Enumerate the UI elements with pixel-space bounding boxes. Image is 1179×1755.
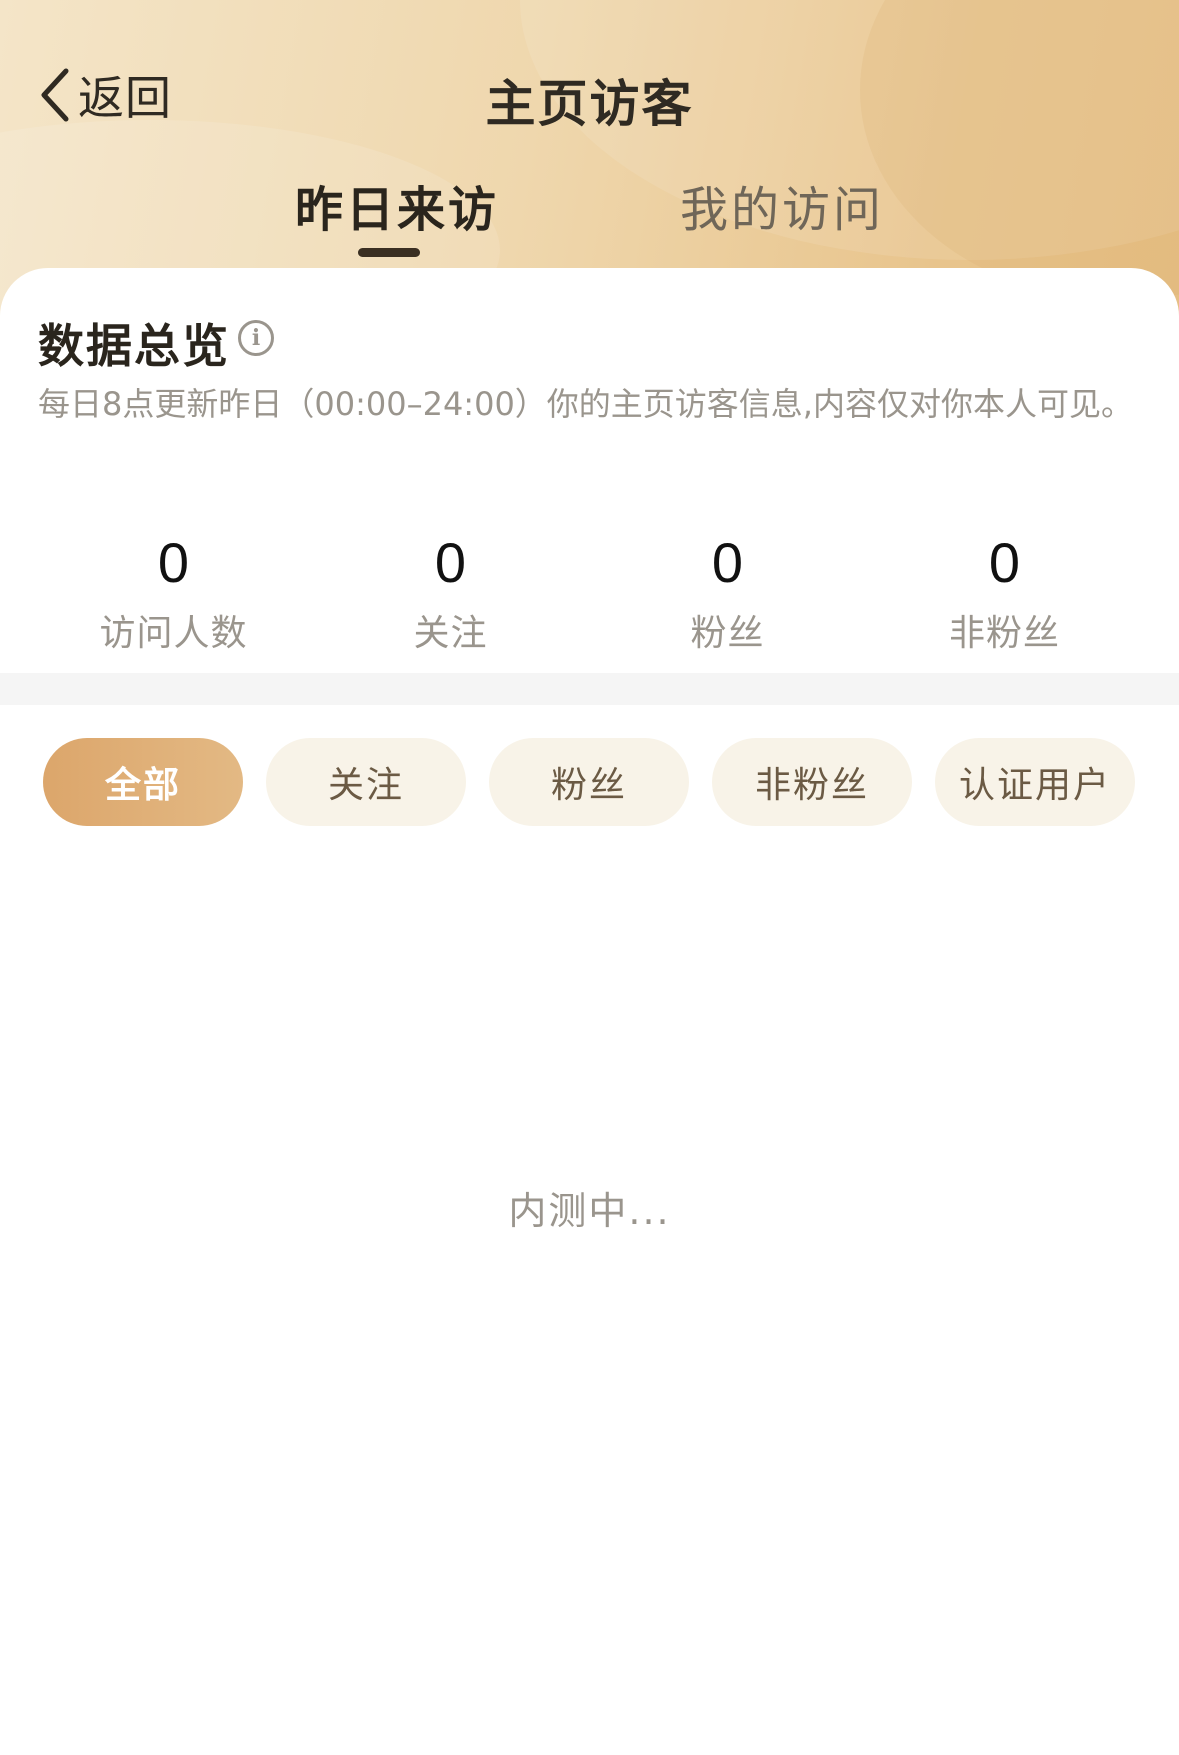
section-divider	[0, 673, 1179, 705]
overview-description: 每日8点更新昨日（00:00–24:00）你的主页访客信息,内容仅对你本人可见。	[38, 385, 1133, 423]
stat-label: 非粉丝	[948, 613, 1060, 654]
stat-label: 粉丝	[690, 613, 765, 654]
filter-following[interactable]: 关注	[266, 738, 466, 826]
filter-verified-users[interactable]: 认证用户	[935, 738, 1135, 826]
filter-fans[interactable]: 粉丝	[489, 738, 689, 826]
overview-title: 数据总览	[38, 319, 230, 373]
tab-active-indicator	[358, 248, 420, 257]
stat-fans: 0 粉丝	[589, 530, 866, 656]
stats-row: 0 访问人数 0 关注 0 粉丝 0 非粉丝	[35, 530, 1145, 656]
tab-yesterday-visits[interactable]: 昨日来访	[295, 170, 499, 240]
stat-label: 访问人数	[99, 613, 248, 654]
stat-non-fans: 0 非粉丝	[866, 530, 1143, 656]
filter-pills: 全部 关注 粉丝 非粉丝 认证用户	[43, 738, 1158, 826]
stat-value: 0	[434, 531, 467, 594]
empty-state-text: 内测中...	[508, 1189, 671, 1233]
filter-all[interactable]: 全部	[43, 738, 243, 826]
info-icon[interactable]: i	[238, 320, 274, 356]
page-title: 主页访客	[485, 75, 694, 133]
stat-label: 关注	[413, 613, 488, 654]
stat-value: 0	[711, 531, 744, 594]
stat-visitors: 0 访问人数	[35, 530, 312, 656]
stat-value: 0	[157, 531, 190, 594]
stat-following: 0 关注	[312, 530, 589, 656]
filter-non-fans[interactable]: 非粉丝	[712, 738, 912, 826]
tab-my-visits[interactable]: 我的访问	[680, 170, 884, 240]
stat-value: 0	[988, 531, 1021, 594]
